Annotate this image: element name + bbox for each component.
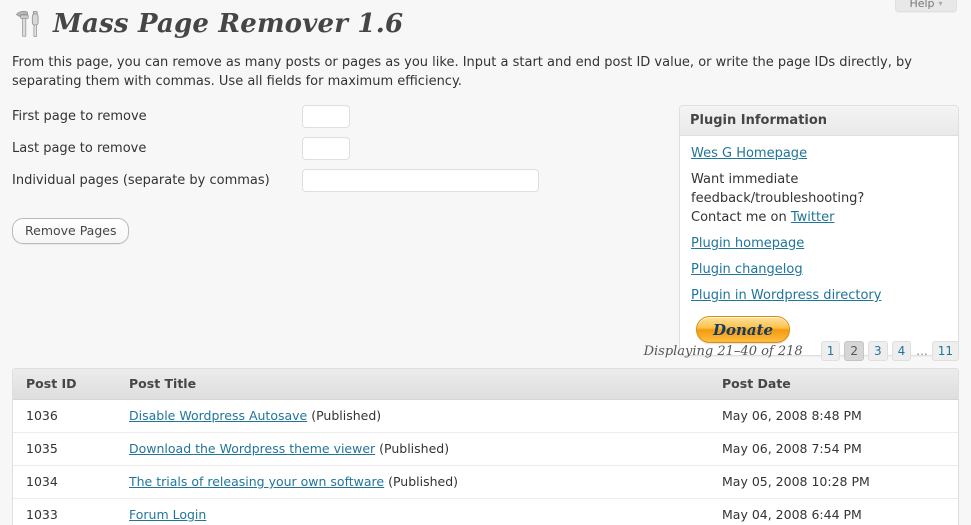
table-row: 1033 Forum Login May 04, 2008 6:44 PM	[13, 498, 958, 525]
column-header-post-id[interactable]: Post ID	[13, 369, 116, 400]
post-title-link[interactable]: Forum Login	[129, 507, 206, 522]
posts-table: Post ID Post Title Post Date 1036 Disabl…	[13, 369, 958, 525]
admin-page: Help ▾ Mass Page Remover 1.6 From this p…	[0, 0, 971, 525]
first-page-label: First page to remove	[12, 109, 147, 124]
first-page-input[interactable]	[302, 105, 350, 128]
plugin-directory-row: Plugin in Wordpress directory	[691, 286, 947, 305]
plugin-information-heading: Plugin Information	[680, 106, 958, 136]
cell-post-title: The trials of releasing your own softwar…	[116, 465, 709, 499]
cell-post-id: 1036	[13, 399, 116, 433]
plugin-directory-link[interactable]: Plugin in Wordpress directory	[691, 288, 881, 303]
feedback-line-1: Want immediate feedback/troubleshooting?	[691, 172, 865, 206]
cell-post-date: May 04, 2008 6:44 PM	[709, 498, 958, 525]
table-row: 1034 The trials of releasing your own so…	[13, 465, 958, 499]
post-state: (Published)	[307, 408, 382, 423]
cell-post-id: 1035	[13, 432, 116, 466]
page-link-last[interactable]: 11	[931, 341, 959, 361]
remove-pages-form: First page to remove Last page to remove…	[12, 103, 572, 244]
plugin-homepage-row: Plugin homepage	[691, 234, 947, 253]
plugin-changelog-link[interactable]: Plugin changelog	[691, 262, 803, 277]
post-state: (Published)	[384, 474, 459, 489]
cell-post-title: Forum Login	[116, 498, 709, 525]
posts-table-body: 1036 Disable Wordpress Autosave (Publish…	[13, 399, 958, 525]
donate-button[interactable]: Donate	[696, 316, 790, 343]
feedback-line-2-prefix: Contact me on	[691, 210, 791, 225]
individual-pages-input[interactable]	[302, 169, 539, 192]
table-row: 1035 Download the Wordpress theme viewer…	[13, 432, 958, 466]
page-description: From this page, you can remove as many p…	[12, 55, 912, 89]
table-row: 1036 Disable Wordpress Autosave (Publish…	[13, 399, 958, 433]
pagination-ellipsis: ...	[916, 344, 928, 358]
plugin-changelog-row: Plugin changelog	[691, 260, 947, 279]
column-header-post-title[interactable]: Post Title	[116, 369, 709, 400]
cell-post-date: May 06, 2008 8:48 PM	[709, 399, 958, 433]
feedback-text: Want immediate feedback/troubleshooting?…	[691, 170, 947, 227]
remove-pages-button[interactable]: Remove Pages	[12, 218, 130, 244]
cell-post-id: 1033	[13, 498, 116, 525]
displaying-count: Displaying 21–40 of 218	[643, 343, 803, 359]
post-title-link[interactable]: Download the Wordpress theme viewer	[129, 441, 375, 456]
column-header-post-date[interactable]: Post Date	[709, 369, 958, 400]
cell-post-title: Disable Wordpress Autosave (Published)	[116, 399, 709, 433]
page-title: Mass Page Remover 1.6	[53, 9, 404, 39]
page-header: Mass Page Remover 1.6	[11, 2, 403, 46]
wes-g-homepage-row: Wes G Homepage	[691, 144, 947, 163]
form-row-individual-pages: Individual pages (separate by commas)	[12, 167, 572, 194]
help-tab-label: Help	[909, 0, 935, 10]
table-header-row: Post ID Post Title Post Date	[13, 369, 958, 400]
chevron-down-icon: ▾	[938, 0, 943, 8]
wes-g-homepage-link[interactable]: Wes G Homepage	[691, 146, 807, 161]
last-page-input[interactable]	[302, 137, 350, 160]
cell-post-date: May 06, 2008 7:54 PM	[709, 432, 958, 466]
form-row-first-page: First page to remove	[12, 103, 572, 130]
pagination: Displaying 21–40 of 218 1 2 3 4 ... 11	[644, 340, 959, 362]
cell-post-date: May 05, 2008 10:28 PM	[709, 465, 958, 499]
post-title-link[interactable]: The trials of releasing your own softwar…	[129, 474, 384, 489]
form-row-last-page: Last page to remove	[12, 135, 572, 162]
page-link-4[interactable]: 4	[891, 341, 912, 361]
posts-table-container: Post ID Post Title Post Date 1036 Disabl…	[12, 368, 959, 525]
cell-post-title: Download the Wordpress theme viewer (Pub…	[116, 432, 709, 466]
posts-table-head: Post ID Post Title Post Date	[13, 369, 958, 400]
last-page-label: Last page to remove	[12, 141, 147, 156]
plugin-information-panel: Plugin Information Wes G Homepage Want i…	[679, 105, 959, 356]
cell-post-id: 1034	[13, 465, 116, 499]
page-link-1[interactable]: 1	[820, 341, 841, 361]
help-tab[interactable]: Help ▾	[895, 0, 957, 12]
tools-icon	[11, 6, 47, 42]
twitter-link[interactable]: Twitter	[791, 210, 835, 225]
post-state: (Published)	[375, 441, 450, 456]
individual-pages-label: Individual pages (separate by commas)	[12, 173, 270, 188]
post-title-link[interactable]: Disable Wordpress Autosave	[129, 408, 307, 423]
plugin-information-body: Wes G Homepage Want immediate feedback/t…	[680, 136, 958, 355]
page-link-2-current: 2	[844, 341, 864, 361]
page-link-3[interactable]: 3	[867, 341, 888, 361]
plugin-homepage-link[interactable]: Plugin homepage	[691, 236, 804, 251]
